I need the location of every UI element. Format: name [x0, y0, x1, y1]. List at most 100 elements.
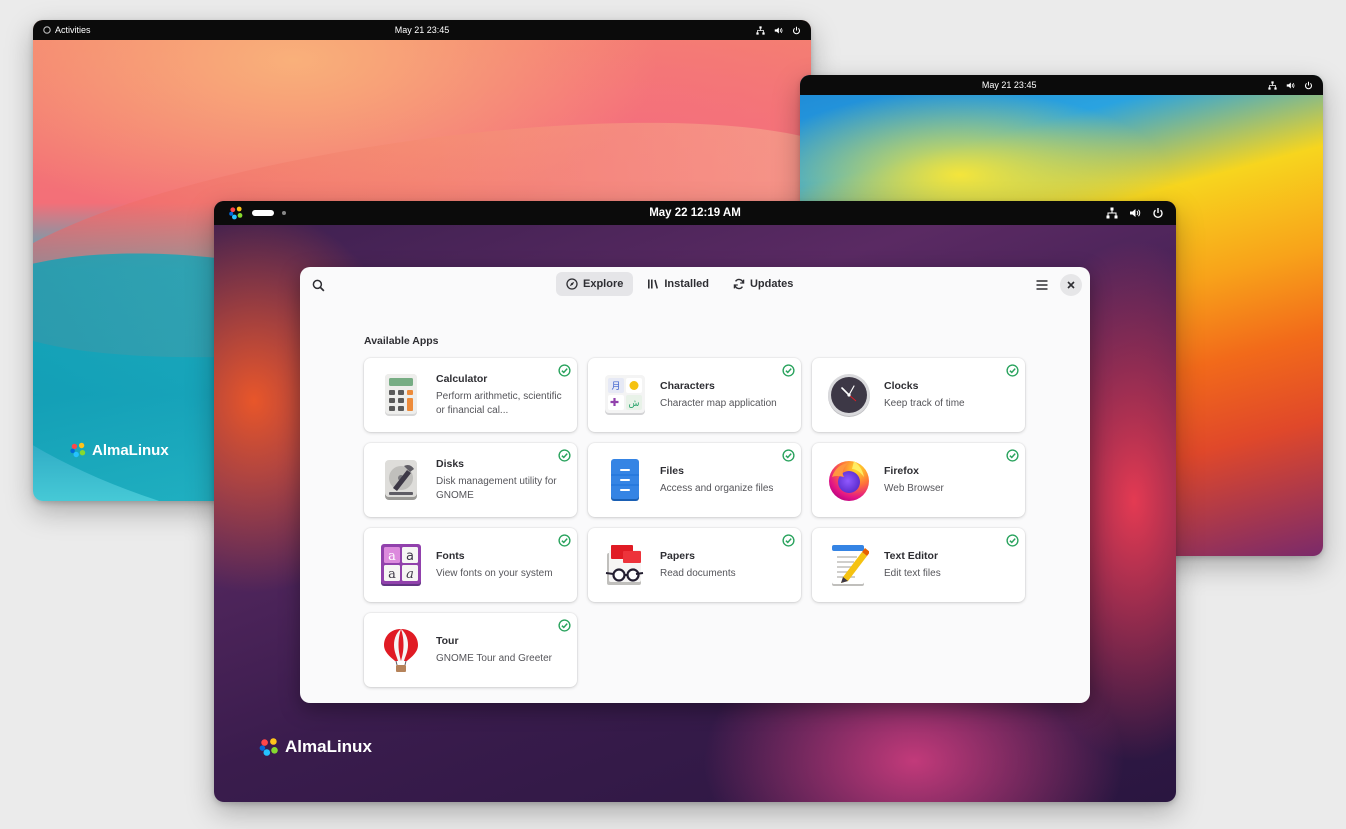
app-name: Calculator [436, 372, 488, 385]
system-tray[interactable] [756, 20, 801, 40]
app-card-fonts[interactable]: a a a a Fonts View fonts on your system [364, 528, 577, 602]
network-icon [1268, 80, 1277, 90]
tab-label: Updates [749, 278, 794, 290]
software-window: Explore Installed Updates Available Apps [300, 267, 1090, 703]
installed-check-icon [558, 364, 571, 377]
app-description: Read documents [660, 567, 736, 579]
svg-text:ش: ش [629, 399, 640, 409]
svg-text:a: a [406, 567, 414, 582]
app-card-files[interactable]: Files Access and organize files [588, 443, 801, 517]
top-bar: May 21 23:45 [800, 75, 1323, 95]
almalinux-logo: AlmaLinux [258, 736, 372, 758]
installed-check-icon [558, 534, 571, 547]
section-title: Available Apps [364, 335, 439, 347]
tab-explore[interactable]: Explore [556, 272, 634, 296]
system-tray[interactable] [1106, 201, 1164, 225]
compass-icon [566, 278, 578, 290]
library-icon [648, 279, 659, 289]
app-name: Papers [660, 549, 696, 562]
app-description: Disk management utility for GNOME [436, 475, 557, 501]
tab-installed[interactable]: Installed [637, 272, 719, 296]
app-description: Access and organize files [660, 482, 774, 494]
app-name: Firefox [884, 464, 920, 477]
installed-check-icon [558, 449, 571, 462]
clock[interactable]: May 22 12:19 AM [649, 207, 741, 219]
app-name: Files [660, 464, 684, 477]
app-card-clocks[interactable]: Clocks Keep track of time [812, 358, 1025, 432]
workspace-indicator-active [252, 210, 274, 216]
search-button[interactable] [308, 275, 328, 295]
power-icon [1153, 208, 1163, 219]
characters-icon: 月 ش [602, 372, 648, 418]
svg-text:a: a [406, 549, 414, 564]
workspace-indicator [282, 211, 286, 215]
app-grid: Calculator Perform arithmetic, scientifi… [364, 358, 1025, 687]
installed-check-icon [558, 619, 571, 632]
top-bar: May 22 12:19 AM [214, 201, 1176, 225]
fonts-icon: a a a a [378, 542, 424, 588]
almalinux-logo-icon [70, 442, 86, 458]
app-description: GNOME Tour and Greeter [436, 652, 552, 664]
app-description: Perform arithmetic, scientific or financ… [436, 390, 562, 416]
svg-text:a: a [388, 549, 396, 564]
tab-updates[interactable]: Updates [723, 272, 803, 296]
app-card-tour[interactable]: Tour GNOME Tour and Greeter [364, 613, 577, 687]
app-name: Text Editor [884, 549, 939, 562]
app-card-papers[interactable]: Papers Read documents [588, 528, 801, 602]
svg-text:月: 月 [611, 381, 620, 392]
app-name: Disks [436, 457, 465, 470]
app-card-firefox[interactable]: Firefox Web Browser [812, 443, 1025, 517]
activities-button[interactable]: Activities [43, 25, 91, 35]
text-editor-icon [826, 542, 872, 588]
app-description: Web Browser [884, 482, 944, 494]
clock[interactable]: May 21 23:45 [982, 80, 1037, 90]
app-description: View fonts on your system [436, 567, 553, 579]
installed-check-icon [782, 534, 795, 547]
logo-text: AlmaLinux [92, 441, 169, 459]
search-icon [312, 279, 324, 291]
app-description: Character map application [660, 397, 777, 409]
app-name: Tour [436, 634, 459, 647]
volume-icon [1130, 209, 1141, 217]
papers-icon [602, 542, 648, 588]
network-icon [1106, 207, 1118, 219]
almalinux-icon [229, 206, 243, 220]
app-card-characters[interactable]: 月 ش Characters Character map application [588, 358, 801, 432]
app-card-text-editor[interactable]: Text Editor Edit text files [812, 528, 1025, 602]
network-icon [756, 25, 765, 35]
app-card-calculator[interactable]: Calculator Perform arithmetic, scientifi… [364, 358, 577, 432]
close-button[interactable] [1060, 274, 1082, 296]
app-description: Keep track of time [884, 397, 965, 409]
clock-icon [826, 372, 872, 418]
volume-icon [1286, 82, 1295, 88]
desktop-screen-main: May 22 12:19 AM Explore Installed Update… [214, 201, 1176, 802]
installed-check-icon [782, 364, 795, 377]
hamburger-icon [1036, 280, 1048, 290]
files-icon [602, 457, 648, 503]
balloon-icon [378, 627, 424, 673]
app-card-disks[interactable]: Disks Disk management utility for GNOME [364, 443, 577, 517]
svg-text:a: a [388, 567, 396, 582]
view-switcher: Explore Installed Updates [556, 272, 803, 296]
app-name: Fonts [436, 549, 465, 562]
activities-indicator[interactable] [228, 205, 286, 221]
installed-check-icon [1006, 534, 1019, 547]
calculator-icon [378, 372, 424, 418]
power-icon [1304, 81, 1313, 89]
installed-check-icon [782, 449, 795, 462]
top-bar: Activities May 21 23:45 [33, 20, 811, 40]
app-description: Edit text files [884, 567, 941, 579]
system-tray[interactable] [1268, 75, 1313, 95]
header-bar: Explore Installed Updates [300, 267, 1090, 303]
installed-check-icon [1006, 449, 1019, 462]
installed-check-icon [1006, 364, 1019, 377]
disks-icon [378, 457, 424, 503]
logo-text: AlmaLinux [285, 737, 372, 756]
volume-icon [774, 27, 783, 33]
tab-label: Explore [583, 278, 624, 290]
main-menu-button[interactable] [1032, 275, 1052, 295]
app-name: Clocks [884, 379, 919, 392]
firefox-icon [826, 457, 872, 503]
refresh-icon [733, 278, 745, 290]
clock[interactable]: May 21 23:45 [395, 25, 450, 35]
